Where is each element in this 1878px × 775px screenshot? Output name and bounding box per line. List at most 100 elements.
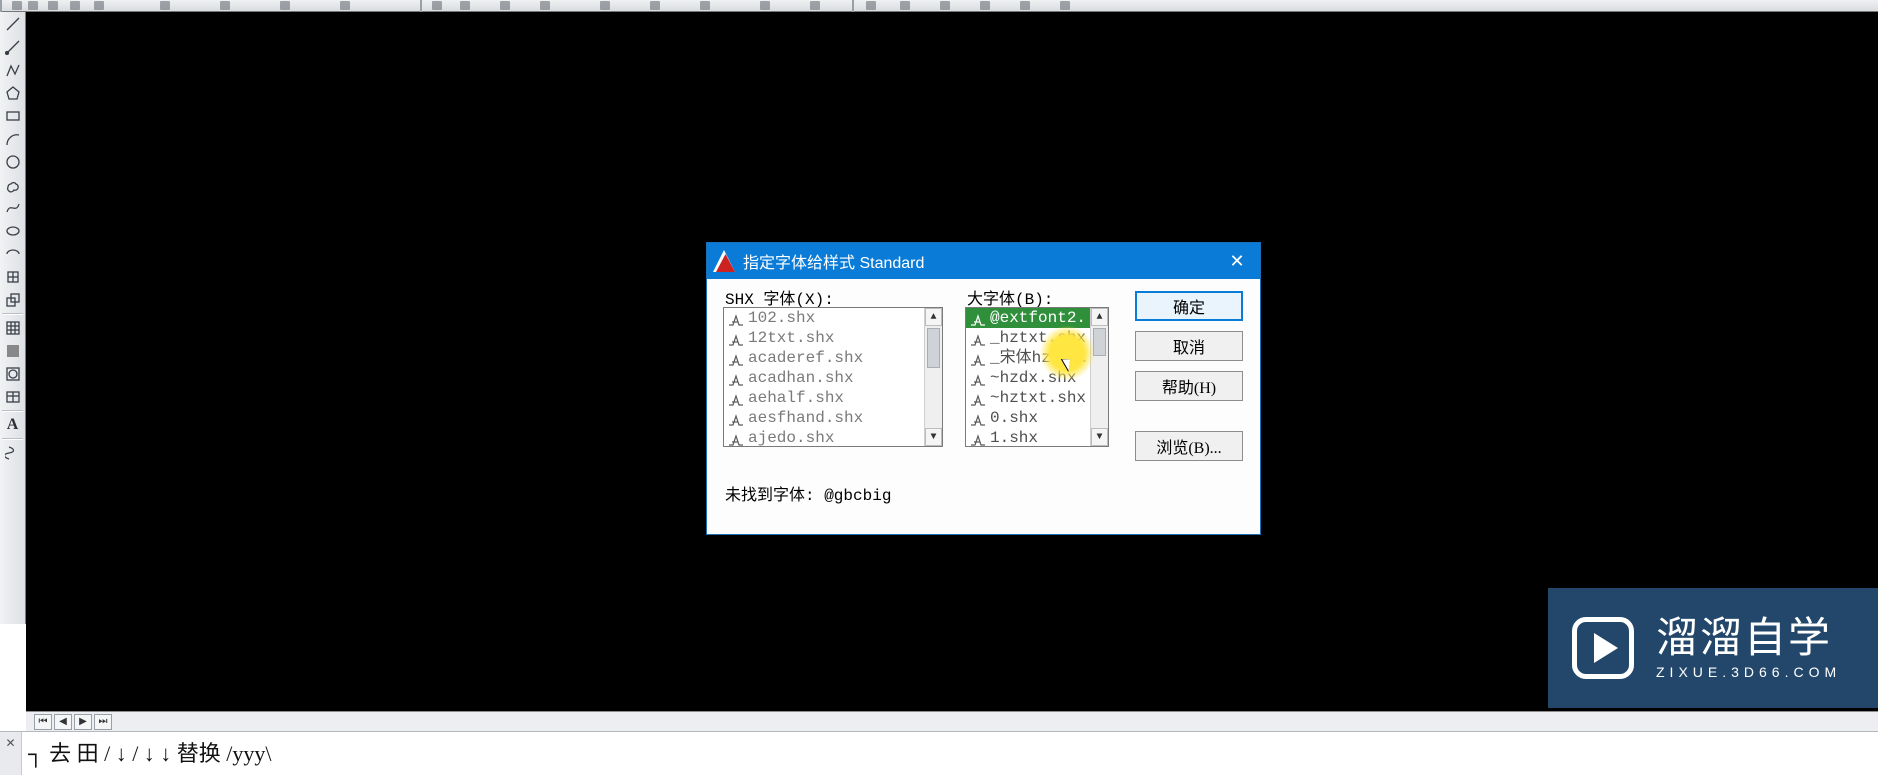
list-item-label: 12txt.shx — [748, 328, 834, 348]
ok-button-label: 确定 — [1173, 294, 1205, 318]
dialog-title-text: 指定字体给样式 Standard — [743, 249, 924, 273]
scrollbar[interactable]: ▲ ▼ — [1090, 308, 1108, 446]
polygon-tool-icon[interactable] — [1, 82, 25, 104]
tab-nav-next[interactable]: ▶ — [74, 714, 92, 730]
ellipse-arc-tool-icon[interactable] — [1, 243, 25, 265]
line-tool-icon[interactable] — [1, 13, 25, 35]
list-item-label: acaderef.shx — [748, 348, 863, 368]
list-item[interactable]: 12txt.shx — [724, 328, 942, 348]
layout-tab-strip: ⏮ ◀ ▶ ⏭ — [26, 711, 1878, 731]
list-item[interactable]: acadhan.shx — [724, 368, 942, 388]
cancel-button-label: 取消 — [1173, 334, 1205, 358]
font-file-icon — [728, 332, 744, 344]
browse-button[interactable]: 浏览(B)... — [1135, 431, 1243, 461]
command-text[interactable]: ┐ 去 田 / ↓ / ↓ ↓ 替换 /yyy\ — [28, 736, 1870, 770]
list-item[interactable]: acaderef.shx — [724, 348, 942, 368]
font-file-icon — [970, 372, 986, 384]
font-file-icon — [728, 392, 744, 404]
browse-button-label: 浏览(B)... — [1156, 434, 1221, 458]
font-file-icon — [970, 312, 986, 324]
list-item-label: aesfhand.shx — [748, 408, 863, 428]
list-item-label: aehalf.shx — [748, 388, 844, 408]
scroll-up-icon[interactable]: ▲ — [925, 308, 942, 326]
make-block-icon[interactable] — [1, 289, 25, 311]
list-item[interactable]: aehalf.shx — [724, 388, 942, 408]
font-file-icon — [728, 432, 744, 444]
font-file-icon — [728, 352, 744, 364]
insert-block-icon[interactable] — [1, 266, 25, 288]
app-logo-icon — [713, 250, 735, 272]
watermark-url: ZIXUE.3D66.COM — [1656, 665, 1841, 680]
list-item-label: ~hzdx.shx — [990, 368, 1076, 388]
separator — [2, 438, 23, 440]
list-item[interactable]: _hztxt.shx — [966, 328, 1108, 348]
list-item-label: 102.shx — [748, 308, 815, 328]
tab-nav-prev[interactable]: ◀ — [54, 714, 72, 730]
list-item[interactable]: 1.shx — [966, 428, 1108, 447]
list-item[interactable]: ~hztxt.shx — [966, 388, 1108, 408]
list-item[interactable]: 0.shx — [966, 408, 1108, 428]
revcloud-tool-icon[interactable] — [1, 174, 25, 196]
cancel-button[interactable]: 取消 — [1135, 331, 1243, 361]
font-file-icon — [728, 412, 744, 424]
list-item[interactable]: ~hzdx.shx — [966, 368, 1108, 388]
separator — [2, 313, 23, 315]
arc-tool-icon[interactable] — [1, 128, 25, 150]
big-font-listbox[interactable]: @extfont2._hztxt.shx_宋体hztxt.~hzdx.shx~h… — [965, 307, 1109, 447]
watermark-brand: 溜溜自学 — [1656, 615, 1841, 661]
list-item-label: 1.shx — [990, 428, 1038, 447]
list-item[interactable]: ajedo.shx — [724, 428, 942, 447]
scroll-thumb[interactable] — [927, 328, 940, 368]
list-item[interactable]: _宋体hztxt. — [966, 348, 1108, 368]
command-line-text: ┐ 去 田 / ↓ / ↓ ↓ 替换 /yyy\ — [28, 741, 272, 766]
list-item[interactable]: 102.shx — [724, 308, 942, 328]
ok-button[interactable]: 确定 — [1135, 291, 1243, 321]
list-item-label: ajedo.shx — [748, 428, 834, 447]
play-logo-icon — [1572, 617, 1634, 679]
scrollbar[interactable]: ▲ ▼ — [924, 308, 942, 446]
rectangle-tool-icon[interactable] — [1, 105, 25, 127]
gradient-tool-icon[interactable] — [1, 340, 25, 362]
top-toolbar[interactable] — [0, 0, 1878, 12]
helix-tool-icon[interactable] — [1, 442, 25, 464]
list-item[interactable]: @extfont2. — [966, 308, 1108, 328]
text-tool-icon[interactable]: A — [1, 414, 25, 436]
list-item[interactable]: aesfhand.shx — [724, 408, 942, 428]
region-tool-icon[interactable] — [1, 363, 25, 385]
font-file-icon — [970, 332, 986, 344]
scroll-up-icon[interactable]: ▲ — [1091, 308, 1108, 326]
shx-font-label: SHX 字体(X): — [725, 285, 834, 309]
scroll-down-icon[interactable]: ▼ — [925, 428, 942, 446]
font-file-icon — [970, 412, 986, 424]
font-file-icon — [970, 352, 986, 364]
tab-nav-last[interactable]: ⏭ — [94, 714, 112, 730]
list-item-label: 0.shx — [990, 408, 1038, 428]
hatch-tool-icon[interactable] — [1, 317, 25, 339]
spline-tool-icon[interactable] — [1, 197, 25, 219]
ray-tool-icon[interactable] — [1, 36, 25, 58]
shx-font-listbox[interactable]: 102.shx12txt.shxacaderef.shxacadhan.shxa… — [723, 307, 943, 447]
table-tool-icon[interactable] — [1, 386, 25, 408]
polyline-tool-icon[interactable] — [1, 59, 25, 81]
close-icon[interactable]: ✕ — [1222, 251, 1252, 272]
list-item-label: _宋体hztxt. — [990, 348, 1089, 368]
left-tool-palette: A — [0, 12, 26, 624]
list-item-label: ~hztxt.shx — [990, 388, 1086, 408]
watermark: 溜溜自学 ZIXUE.3D66.COM — [1548, 588, 1878, 708]
font-dialog: 指定字体给样式 Standard ✕ SHX 字体(X): 大字体(B): 10… — [706, 242, 1261, 535]
big-font-label: 大字体(B): — [967, 285, 1053, 309]
list-item-label: _hztxt.shx — [990, 328, 1086, 348]
command-area: ✕ ┐ 去 田 / ↓ / ↓ ↓ 替换 /yyy\ — [0, 731, 1878, 774]
separator — [2, 410, 23, 412]
dialog-titlebar[interactable]: 指定字体给样式 Standard ✕ — [707, 243, 1260, 279]
font-file-icon — [970, 392, 986, 404]
tab-nav-first[interactable]: ⏮ — [34, 714, 52, 730]
help-button[interactable]: 帮助(H) — [1135, 371, 1243, 401]
circle-tool-icon[interactable] — [1, 151, 25, 173]
command-close-icon[interactable]: ✕ — [0, 732, 22, 775]
font-file-icon — [728, 312, 744, 324]
scroll-thumb[interactable] — [1093, 328, 1106, 356]
font-not-found-text: 未找到字体: @gbcbig — [725, 481, 891, 505]
ellipse-tool-icon[interactable] — [1, 220, 25, 242]
scroll-down-icon[interactable]: ▼ — [1091, 428, 1108, 446]
